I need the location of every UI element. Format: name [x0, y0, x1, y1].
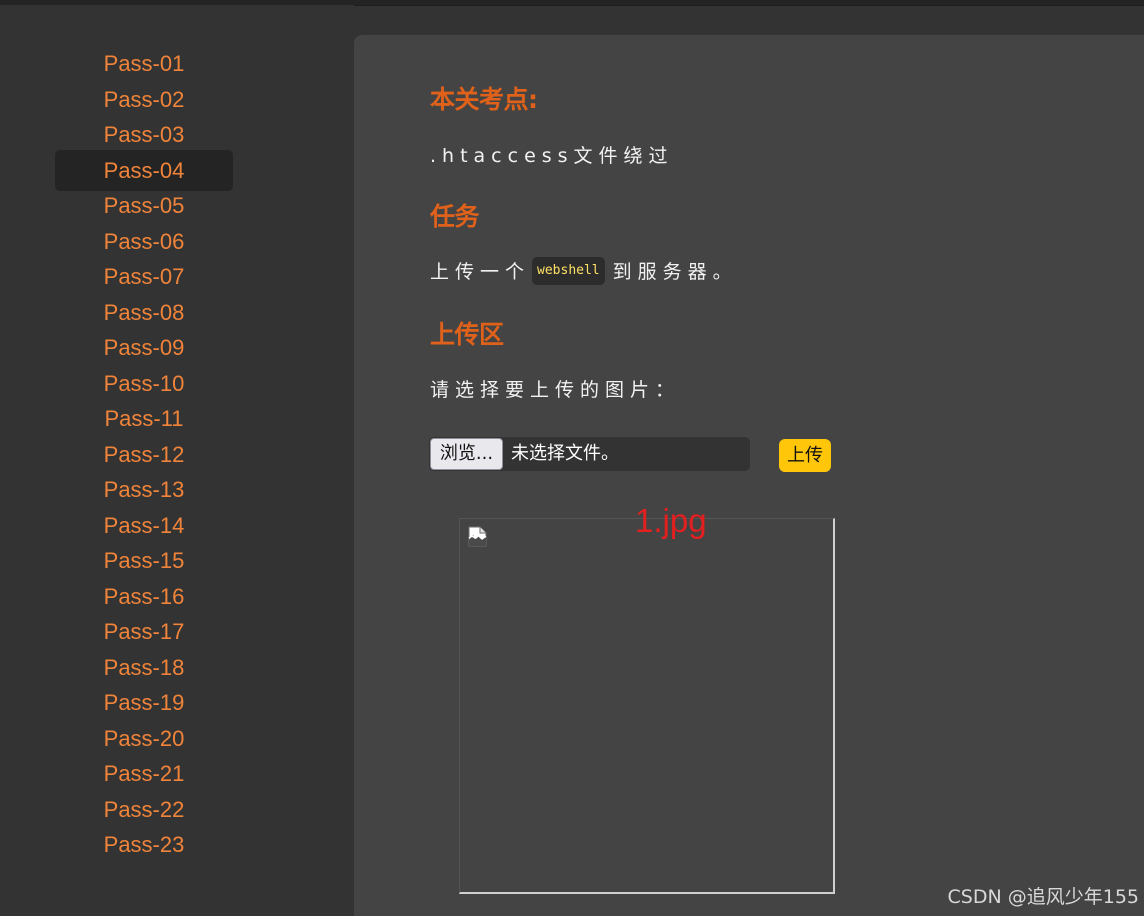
sidebar-item-pass-06[interactable]: Pass-06 [55, 224, 233, 260]
sidebar: Pass-01 Pass-02 Pass-03 Pass-04 Pass-05 Pass-… [0, 5, 354, 916]
task-text: 上传一个 webshell 到服务器。 [430, 256, 738, 287]
file-status-text: 未选择文件。 [511, 443, 619, 464]
file-input[interactable]: 浏览... 未选择文件。 [429, 437, 750, 471]
task-heading: 任务 [430, 202, 480, 231]
sidebar-item-pass-07[interactable]: Pass-07 [55, 259, 233, 295]
sidebar-item-pass-19[interactable]: Pass-19 [55, 685, 233, 721]
focus-heading: 本关考点: [430, 85, 538, 114]
sidebar-item-pass-23[interactable]: Pass-23 [55, 827, 233, 863]
main-panel: 本关考点: .htaccess文件绕过 任务 上传一个 webshell 到服务器。… [354, 35, 1144, 916]
browse-button[interactable]: 浏览... [430, 438, 503, 470]
level-nav-list: Pass-01 Pass-02 Pass-03 Pass-04 Pass-05 Pass-… [55, 46, 233, 863]
sidebar-item-pass-12[interactable]: Pass-12 [55, 437, 233, 473]
sidebar-item-pass-01[interactable]: Pass-01 [55, 46, 233, 82]
sidebar-item-pass-10[interactable]: Pass-10 [55, 366, 233, 402]
sidebar-item-pass-15[interactable]: Pass-15 [55, 543, 233, 579]
sidebar-item-pass-08[interactable]: Pass-08 [55, 295, 233, 331]
sidebar-item-pass-20[interactable]: Pass-20 [55, 721, 233, 757]
sidebar-item-pass-17[interactable]: Pass-17 [55, 614, 233, 650]
upload-prompt: 请选择要上传的图片： [430, 379, 681, 401]
upload-heading: 上传区 [430, 320, 504, 349]
sidebar-item-pass-11[interactable]: Pass-11 [55, 401, 233, 437]
sidebar-item-pass-13[interactable]: Pass-13 [55, 472, 233, 508]
task-text-after: 到服务器。 [612, 261, 738, 283]
csdn-watermark: CSDN @追风少年155 [947, 886, 1139, 908]
sidebar-item-pass-22[interactable]: Pass-22 [55, 792, 233, 828]
focus-text: .htaccess文件绕过 [430, 145, 674, 167]
sidebar-item-pass-14[interactable]: Pass-14 [55, 508, 233, 544]
task-text-before: 上传一个 [430, 261, 531, 283]
upload-button[interactable]: 上传 [779, 439, 831, 472]
sidebar-item-pass-18[interactable]: Pass-18 [55, 650, 233, 686]
webshell-code: webshell [532, 256, 605, 285]
sidebar-item-pass-16[interactable]: Pass-16 [55, 579, 233, 615]
sidebar-item-pass-05[interactable]: Pass-05 [55, 188, 233, 224]
sidebar-item-pass-21[interactable]: Pass-21 [55, 756, 233, 792]
sidebar-item-pass-02[interactable]: Pass-02 [55, 82, 233, 118]
sidebar-item-pass-09[interactable]: Pass-09 [55, 330, 233, 366]
filename-annotation: 1.jpg [635, 502, 707, 539]
uploaded-image-preview [459, 518, 835, 894]
sidebar-item-pass-03[interactable]: Pass-03 [55, 117, 233, 153]
sidebar-item-pass-04[interactable]: Pass-04 [55, 149, 233, 191]
broken-image-icon [468, 526, 487, 547]
